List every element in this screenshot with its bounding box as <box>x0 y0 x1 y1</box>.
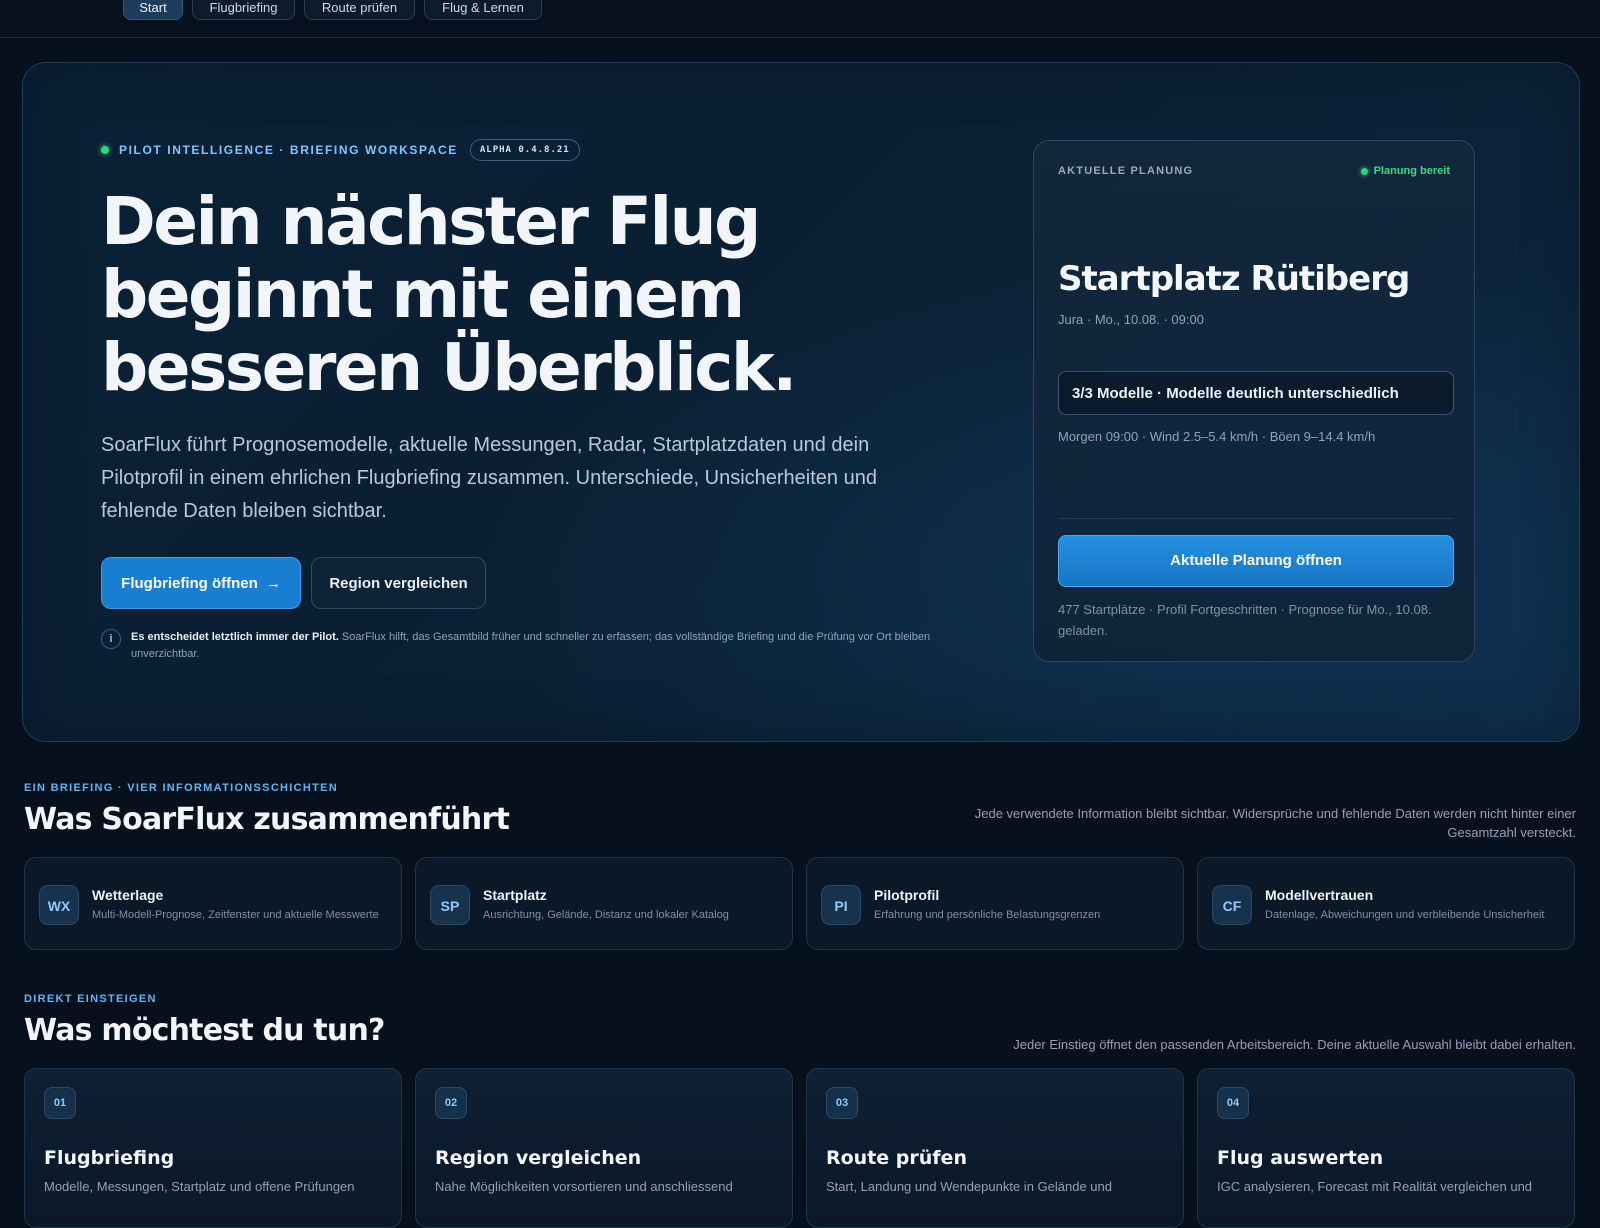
action-number: 04 <box>1217 1087 1249 1119</box>
launch-site-title: Startplatz Rütiberg <box>1058 259 1410 299</box>
action-title: Flug auswerten <box>1217 1147 1384 1169</box>
action-card-compare-region[interactable]: 02 Region vergleichen Nahe Möglichkeiten… <box>415 1068 793 1228</box>
action-number: 01 <box>44 1087 76 1119</box>
tab-flug-lernen[interactable]: Flug & Lernen <box>424 0 542 20</box>
layer-title: Modellvertrauen <box>1265 887 1374 903</box>
tab-start[interactable]: Start <box>123 0 183 20</box>
action-card-evaluate-flight[interactable]: 04 Flug auswerten IGC analysieren, Forec… <box>1197 1068 1575 1228</box>
layer-subtitle: Ausrichtung, Gelände, Distanz und lokale… <box>483 909 729 921</box>
hero-eyebrow-text: PILOT INTELLIGENCE · BRIEFING WORKSPACE <box>119 143 458 157</box>
pilot-profile-badge-icon: PI <box>821 885 861 925</box>
compare-region-button[interactable]: Region vergleichen <box>311 557 486 609</box>
action-title: Route prüfen <box>826 1147 967 1169</box>
launch-site-meta: Jura · Mo., 10.08. · 09:00 <box>1058 312 1204 327</box>
planning-label: AKTUELLE PLANUNG <box>1058 165 1194 177</box>
layer-card-launch-site[interactable]: SP Startplatz Ausrichtung, Gelände, Dist… <box>415 857 793 950</box>
layer-subtitle: Multi-Modell-Prognose, Zeitfenster und a… <box>92 909 379 921</box>
action-title: Region vergleichen <box>435 1147 642 1169</box>
hero-title-line: beginnt mit einem <box>101 256 745 333</box>
arrow-right-icon: → <box>265 574 281 592</box>
model-agreement-pill: 3/3 Modelle · Modelle deutlich unterschi… <box>1058 371 1454 415</box>
planning-status-text: Planung bereit <box>1373 165 1450 177</box>
actions-eyebrow: DIREKT EINSTEIGEN <box>24 993 157 1005</box>
hero-eyebrow: PILOT INTELLIGENCE · BRIEFING WORKSPACE … <box>101 139 580 161</box>
information-layers: WX Wetterlage Multi-Modell-Prognose, Zei… <box>24 857 1577 950</box>
hero-section: PILOT INTELLIGENCE · BRIEFING WORKSPACE … <box>22 62 1580 742</box>
layer-subtitle: Datenlage, Abweichungen und verbleibende… <box>1265 909 1545 921</box>
tab-route-pruefen[interactable]: Route prüfen <box>304 0 415 20</box>
layer-subtitle: Erfahrung und persönliche Belastungsgren… <box>874 909 1101 921</box>
layers-aside: Jede verwendete Information bleibt sicht… <box>974 806 1576 840</box>
weather-badge-icon: WX <box>39 885 79 925</box>
action-number: 02 <box>435 1087 467 1119</box>
open-flight-briefing-button[interactable]: Flugbriefing öffnen → <box>101 557 301 609</box>
layers-title: Was SoarFlux zusammenführt <box>24 802 510 837</box>
layer-card-model-confidence[interactable]: CF Modellvertrauen Datenlage, Abweichung… <box>1197 857 1575 950</box>
quick-actions: 01 Flugbriefing Modelle, Messungen, Star… <box>24 1068 1577 1228</box>
action-card-flight-briefing[interactable]: 01 Flugbriefing Modelle, Messungen, Star… <box>24 1068 402 1228</box>
hero-title-line: Dein nächster Flug <box>101 183 761 260</box>
weather-summary: Morgen 09:00 · Wind 2.5–5.4 km/h · Böen … <box>1058 429 1376 444</box>
layer-title: Pilotprofil <box>874 887 940 903</box>
launch-site-badge-icon: SP <box>430 885 470 925</box>
divider <box>1058 518 1454 519</box>
action-subtitle: Modelle, Messungen, Startplatz und offen… <box>44 1179 355 1194</box>
planning-footer: 477 Startplätze · Profil Fortgeschritten… <box>1058 602 1432 638</box>
action-title: Flugbriefing <box>44 1147 175 1169</box>
top-navigation: Start Flugbriefing Route prüfen Flug & L… <box>0 0 1600 38</box>
open-current-planning-button[interactable]: Aktuelle Planung öffnen <box>1058 535 1454 587</box>
actions-aside: Jeder Einstieg öffnet den passenden Arbe… <box>1013 1037 1576 1052</box>
pilot-disclaimer: i Es entscheidet letztlich immer der Pil… <box>101 629 1001 663</box>
action-subtitle: Nahe Möglichkeiten vorsortieren und ansc… <box>435 1179 733 1194</box>
tab-flugbriefing[interactable]: Flugbriefing <box>192 0 295 20</box>
layer-title: Startplatz <box>483 887 547 903</box>
layer-card-pilot-profile[interactable]: PI Pilotprofil Erfahrung und persönliche… <box>806 857 1184 950</box>
pilot-disclaimer-strong: Es entscheidet letztlich immer der Pilot… <box>131 631 339 643</box>
info-icon: i <box>101 629 121 649</box>
confidence-badge-icon: CF <box>1212 885 1252 925</box>
hero-title: Dein nächster Flug beginnt mit einem bes… <box>101 185 861 404</box>
layers-eyebrow: EIN BRIEFING · VIER INFORMATIONSSCHICHTE… <box>24 782 339 794</box>
layer-card-weather[interactable]: WX Wetterlage Multi-Modell-Prognose, Zei… <box>24 857 402 950</box>
status-dot-icon <box>101 146 109 154</box>
hero-title-line: besseren Überblick. <box>101 329 797 406</box>
pilot-disclaimer-text: Es entscheidet letztlich immer der Pilot… <box>131 629 1001 663</box>
layer-title: Wetterlage <box>92 887 164 903</box>
action-card-check-route[interactable]: 03 Route prüfen Start, Landung und Wende… <box>806 1068 1184 1228</box>
status-dot-icon <box>1360 167 1368 175</box>
current-planning-card: AKTUELLE PLANUNG Planung bereit Startpla… <box>1033 140 1475 662</box>
planning-status: Planung bereit <box>1360 165 1450 177</box>
version-badge: ALPHA 0.4.8.21 <box>469 139 580 161</box>
action-number: 03 <box>826 1087 858 1119</box>
hero-description: SoarFlux führt Prognosemodelle, aktuelle… <box>101 434 877 522</box>
action-subtitle: IGC analysieren, Forecast mit Realität v… <box>1217 1179 1533 1194</box>
open-flight-briefing-label: Flugbriefing öffnen <box>121 574 258 592</box>
action-subtitle: Start, Landung und Wendepunkte in Geländ… <box>826 1179 1112 1194</box>
actions-title: Was möchtest du tun? <box>24 1013 385 1048</box>
